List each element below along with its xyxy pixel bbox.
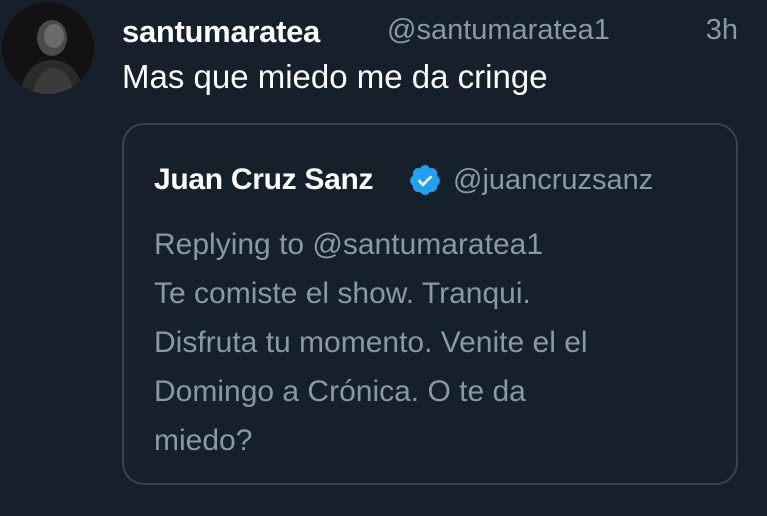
tweet-text: Mas que miedo me da cringe xyxy=(122,58,548,95)
quoted-author-handle: @juancruzsanz xyxy=(453,164,654,196)
quoted-text-line: miedo? xyxy=(154,424,253,457)
quoted-author-display-name: Juan Cruz Sanz xyxy=(154,163,374,196)
quoted-text-line: Domingo a Crónica. O te da xyxy=(154,375,526,408)
tweet-timestamp[interactable]: 3h xyxy=(706,14,738,47)
author-display-name[interactable]: santumaratea xyxy=(122,14,320,50)
reply-context: Replying to @santumaratea1 xyxy=(154,228,544,261)
tweet[interactable]: santumaratea @santumaratea1 3h Mas que m… xyxy=(0,0,767,516)
quoted-tweet-card[interactable]: Juan Cruz Sanz @juancruzsanz Replying to… xyxy=(122,123,738,485)
quoted-text-line: Te comiste el show. Tranqui. xyxy=(154,277,531,310)
quoted-text-line: Disfruta tu momento. Venite el el xyxy=(154,326,588,359)
author-handle[interactable]: @santumaratea1 xyxy=(387,14,610,47)
user-avatar[interactable] xyxy=(2,2,94,94)
avatar-photo xyxy=(2,2,94,94)
quoted-tweet-body: Replying to @santumaratea1 Te comiste el… xyxy=(154,220,724,465)
verified-badge-icon xyxy=(408,163,442,197)
tweet-header: santumaratea @santumaratea1 3h xyxy=(122,8,752,52)
